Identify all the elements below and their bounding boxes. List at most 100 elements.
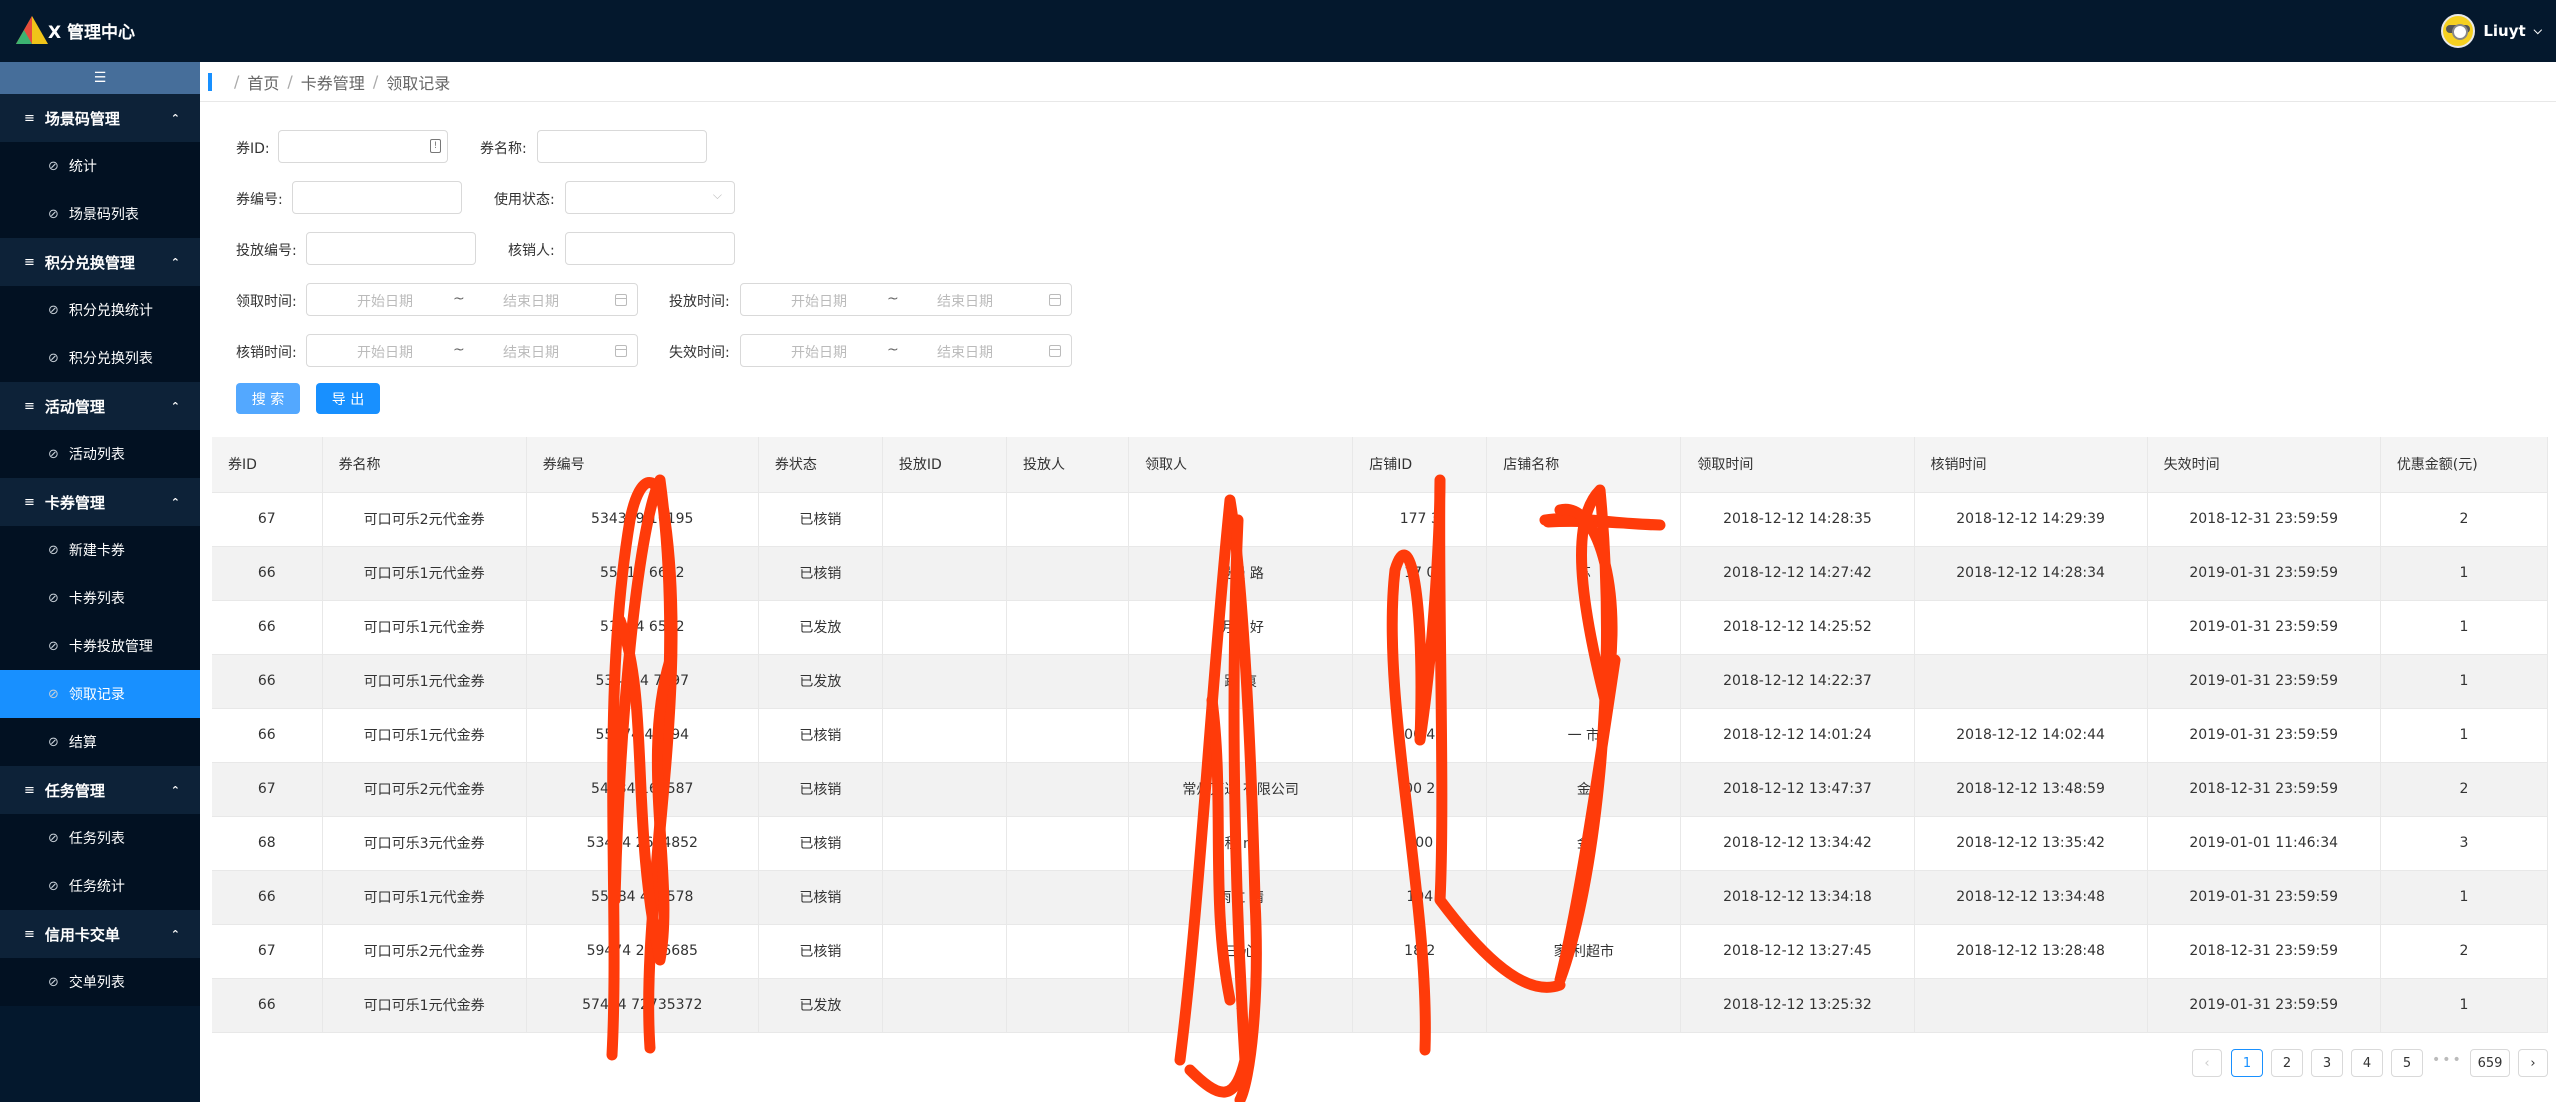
start-date-placeholder[interactable]: 开始日期 <box>791 291 847 311</box>
page-1-button[interactable]: 1 <box>2231 1049 2263 1077</box>
app-logo-icon <box>16 16 48 44</box>
sidebar-group-points[interactable]: ≡ 积分兑换管理 ⌃ <box>0 238 200 286</box>
verify-time-range[interactable]: 开始日期 ~ 结束日期 <box>306 334 638 367</box>
verifier-input[interactable] <box>565 232 735 265</box>
avatar[interactable] <box>2441 14 2476 48</box>
sidebar-item-coupon-list[interactable]: ⊘ 卡券列表 <box>0 574 200 622</box>
table-cell <box>1914 600 2148 655</box>
table-cell <box>1006 492 1130 547</box>
coupon-id-input[interactable]: ! <box>278 130 448 163</box>
start-date-placeholder[interactable]: 开始日期 <box>357 291 413 311</box>
sidebar-item-task-stats[interactable]: ⊘ 任务统计 <box>0 862 200 910</box>
table-cell: 66 <box>212 870 323 925</box>
menu-collapse-icon[interactable]: ☰ <box>94 70 107 86</box>
export-button[interactable]: 导 出 <box>316 383 380 414</box>
prev-page-button[interactable]: ‹ <box>2192 1049 2222 1077</box>
pagination-ellipsis[interactable]: ••• <box>2432 1052 2463 1068</box>
breadcrumb-home[interactable]: 首页 <box>247 70 279 94</box>
next-page-button[interactable]: › <box>2518 1049 2548 1077</box>
table-cell: 可口可乐1元代金券 <box>322 600 527 655</box>
sidebar-item-statistics[interactable]: ⊘ 统计 <box>0 142 200 190</box>
page-5-button[interactable]: 5 <box>2391 1049 2423 1077</box>
sidebar-item-label: 卡券投放管理 <box>68 639 153 655</box>
table-row[interactable]: 67 可口可乐2元代金券 534349 16195 已核销 177 3 缤 2018-12-… <box>212 492 2549 547</box>
sidebar-item-submission-list[interactable]: ⊘ 交单列表 <box>0 958 200 1006</box>
sidebar-item-coupon-dispatch[interactable]: ⊘ 卡券投放管理 <box>0 622 200 670</box>
chevron-up-icon: ⌃ <box>170 399 180 413</box>
table-cell <box>1486 978 1682 1033</box>
sidebar-item-claim-records[interactable]: ⊘ 领取记录 <box>0 670 200 718</box>
table-row[interactable]: 66 可口可乐1元代金券 55414 6672 已核销 漫漫 路 17 0 苏 2018-12… <box>212 546 2549 601</box>
coupon-no-input[interactable] <box>292 181 462 214</box>
start-date-placeholder[interactable]: 开始日期 <box>357 342 413 362</box>
sidebar-group-label: 任务管理 <box>44 781 105 800</box>
top-bar: X 管理中心 Liuyt ⌵ <box>0 0 2556 62</box>
table-cell: 可口可乐1元代金券 <box>322 870 527 925</box>
sidebar-group-label: 活动管理 <box>44 397 105 416</box>
user-menu[interactable]: Liuyt ⌵ <box>2441 14 2542 48</box>
page-4-button[interactable]: 4 <box>2351 1049 2383 1077</box>
table-cell: 已核销 <box>758 546 883 601</box>
table-cell: 2019-01-31 23:59:59 <box>2147 654 2381 709</box>
chevron-down-icon[interactable]: ⌵ <box>2534 24 2542 38</box>
sidebar-item-points-list[interactable]: ⊘ 积分兑换列表 <box>0 334 200 382</box>
table-cell <box>1006 654 1130 709</box>
column-header: 领取人 <box>1128 437 1354 493</box>
table-row[interactable]: 67 可口可乐2元代金券 59474 2946685 已核销三 心 18 2家 利超市 2… <box>212 924 2549 979</box>
table-cell: 66 <box>212 600 323 655</box>
end-date-placeholder[interactable]: 结束日期 <box>937 342 993 362</box>
menu-collapse-button[interactable]: ☰ <box>0 62 200 94</box>
table-cell: 3 <box>2380 816 2549 871</box>
table-cell: 1 <box>2380 870 2549 925</box>
table-row[interactable]: 66 可口可乐1元代金券 57404 72735372 已发放 X 2018-12-12 … <box>212 978 2549 1033</box>
sidebar-item-label: 交单列表 <box>68 975 125 991</box>
search-button[interactable]: 搜 索 <box>236 383 300 414</box>
sidebar-item-points-stats[interactable]: ⊘ 积分兑换统计 <box>0 286 200 334</box>
start-date-placeholder[interactable]: 开始日期 <box>791 342 847 362</box>
use-status-select[interactable]: ⌵ <box>565 181 735 214</box>
sidebar-item-scene-code-list[interactable]: ⊘ 场景码列表 <box>0 190 200 238</box>
claim-time-range[interactable]: 开始日期 ~ 结束日期 <box>306 283 638 316</box>
page-2-button[interactable]: 2 <box>2271 1049 2303 1077</box>
table-cell: 2019-01-31 23:59:59 <box>2147 546 2381 601</box>
table-row[interactable]: 66 可口可乐1元代金券 51474 6582 已发放 明天 好 2018-12-12 1… <box>212 600 2549 655</box>
table-cell: 已核销 <box>758 870 883 925</box>
end-date-placeholder[interactable]: 结束日期 <box>503 342 559 362</box>
coupon-name-input[interactable] <box>537 130 707 163</box>
username[interactable]: Liuyt <box>2483 22 2525 40</box>
page-3-button[interactable]: 3 <box>2311 1049 2343 1077</box>
sidebar-group-scene-code[interactable]: ≡ 场景码管理 ⌃ <box>0 94 200 142</box>
table-cell: 已核销 <box>758 492 883 547</box>
sidebar-item-task-list[interactable]: ⊘ 任务列表 <box>0 814 200 862</box>
end-date-placeholder[interactable]: 结束日期 <box>937 291 993 311</box>
dispatch-time-range[interactable]: 开始日期 ~ 结束日期 <box>740 283 1072 316</box>
page-last-button[interactable]: 659 <box>2470 1049 2510 1077</box>
table-cell: 67 <box>212 492 323 547</box>
table-row[interactable]: 67 可口可乐2元代金券 54434 162587 已核销 常州万达 有限公司 00 2金… <box>212 762 2549 817</box>
sidebar-item-activity-list[interactable]: ⊘ 活动列表 <box>0 430 200 478</box>
link-icon: ⊘ <box>48 686 59 702</box>
breadcrumb-coupon[interactable]: 卡券管理 <box>301 70 365 94</box>
table-cell: 2018-12-12 13:48:59 <box>1914 762 2148 817</box>
sidebar-item-new-coupon[interactable]: ⊘ 新建卡券 <box>0 526 200 574</box>
sidebar-group-coupon[interactable]: ≡ 卡券管理 ⌃ <box>0 478 200 526</box>
expire-time-range[interactable]: 开始日期 ~ 结束日期 <box>740 334 1072 367</box>
table-row[interactable]: 68 可口可乐3元代金券 53404 2684852 已核销程 m 100 金 2018-1… <box>212 816 2549 871</box>
sidebar-group-task[interactable]: ≡ 任务管理 ⌃ <box>0 766 200 814</box>
table-cell: 2018-12-12 14:27:42 <box>1680 546 1915 601</box>
expire-time-label: 失效时间: <box>669 345 730 361</box>
dispatch-no-input[interactable] <box>306 232 476 265</box>
sidebar-group-credit-card[interactable]: ≡ 信用卡交单 ⌃ <box>0 910 200 958</box>
table-cell <box>882 600 1007 655</box>
table-row[interactable]: 66 可口可乐1元代金券 55484 480578 已核销 雨过 晴 104 2018-12… <box>212 870 2549 925</box>
chevron-up-icon: ⌃ <box>170 495 180 509</box>
table-cell: 可口可乐1元代金券 <box>322 546 527 601</box>
sidebar-item-settlement[interactable]: ⊘ 结算 <box>0 718 200 766</box>
end-date-placeholder[interactable]: 结束日期 <box>503 291 559 311</box>
claim-time-label: 领取时间: <box>236 294 297 310</box>
table-row[interactable]: 66 可口可乐1元代金券 534844 7597 已发放 踏 痕 2018-12-12 1… <box>212 654 2549 709</box>
sidebar-group-activity[interactable]: ≡ 活动管理 ⌃ <box>0 382 200 430</box>
table-cell: 一 市 <box>1486 708 1682 763</box>
table-row[interactable]: 66 可口可乐1元代金券 55474 43894 已核销 00 4一 市 2018-12-… <box>212 708 2549 763</box>
table-cell: 2018-12-12 13:35:42 <box>1914 816 2148 871</box>
